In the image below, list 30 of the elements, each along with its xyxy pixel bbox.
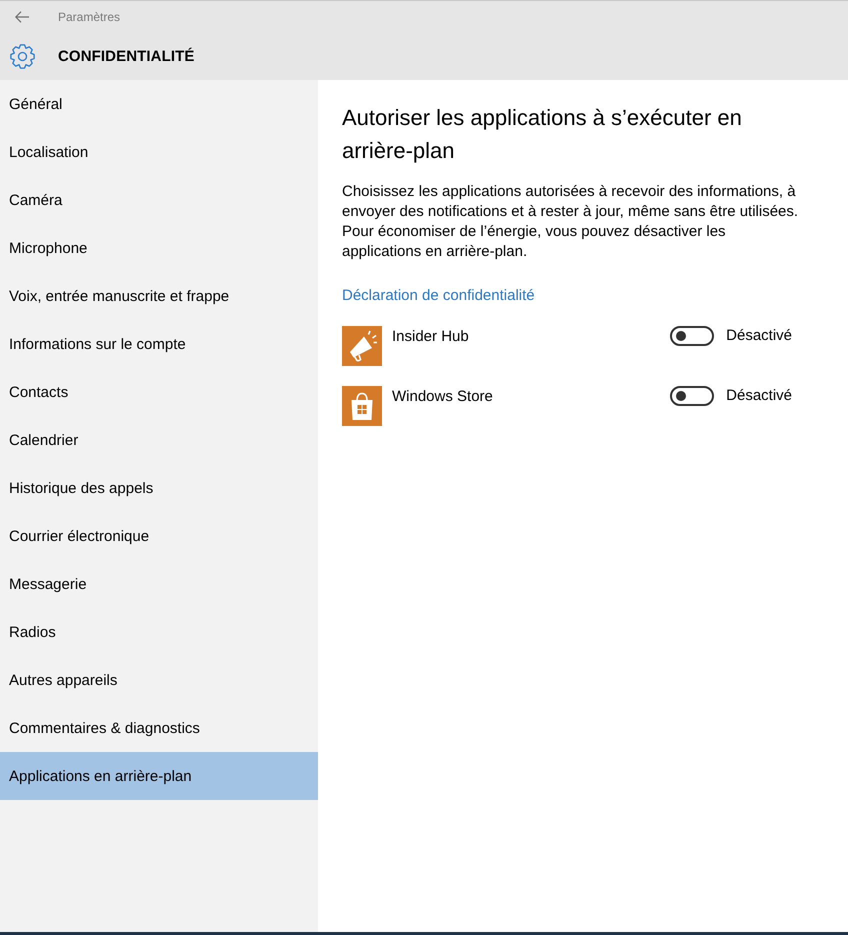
sidebar-item[interactable]: Caméra [0, 176, 318, 224]
sidebar-item[interactable]: Messagerie [0, 560, 318, 608]
sidebar-item[interactable]: Contacts [0, 368, 318, 416]
sidebar-item[interactable]: Général [0, 80, 318, 128]
sidebar-item[interactable]: Applications en arrière-plan [0, 752, 318, 800]
toggle-switch[interactable] [670, 326, 714, 346]
toggle-state-label: Désactivé [726, 386, 792, 406]
back-arrow-icon[interactable] [15, 10, 29, 22]
page-title: CONFIDENTIALITÉ [58, 48, 194, 64]
sidebar-item[interactable]: Microphone [0, 224, 318, 272]
megaphone-icon [342, 326, 382, 366]
privacy-statement-link[interactable]: Déclaration de confidentialité [342, 286, 535, 306]
sidebar-item[interactable]: Commentaires & diagnostics [0, 704, 318, 752]
description-text: Choisissez les applications autorisées à recevoir des informations, à envoyer des notifications et à rester à jour, même sans être utilisées. Pour économiser de l’énergie, vous pouvez désactiver les applications en arrière-plan. [342, 182, 800, 262]
app-title: Paramètres [58, 10, 120, 24]
shopping-bag-icon [342, 386, 382, 426]
app-name: Windows Store [392, 387, 494, 407]
gear-icon [10, 44, 35, 68]
sidebar-item[interactable]: Radios [0, 608, 318, 656]
sidebar-item[interactable]: Autres appareils [0, 656, 318, 704]
sidebar-item[interactable]: Voix, entrée manuscrite et frappe [0, 272, 318, 320]
panel-heading: Autoriser les applications à s’exécuter en arrière-plan [342, 104, 743, 165]
toggle-state-label: Désactivé [726, 326, 792, 346]
app-name: Insider Hub [392, 327, 470, 347]
sidebar-item[interactable]: Localisation [0, 128, 318, 176]
sidebar-item[interactable]: Calendrier [0, 416, 318, 464]
sidebar-item[interactable]: Informations sur le compte [0, 320, 318, 368]
sidebar-item[interactable]: Historique des appels [0, 464, 318, 512]
sidebar-item[interactable]: Courrier électronique [0, 512, 318, 560]
toggle-switch[interactable] [670, 386, 714, 406]
